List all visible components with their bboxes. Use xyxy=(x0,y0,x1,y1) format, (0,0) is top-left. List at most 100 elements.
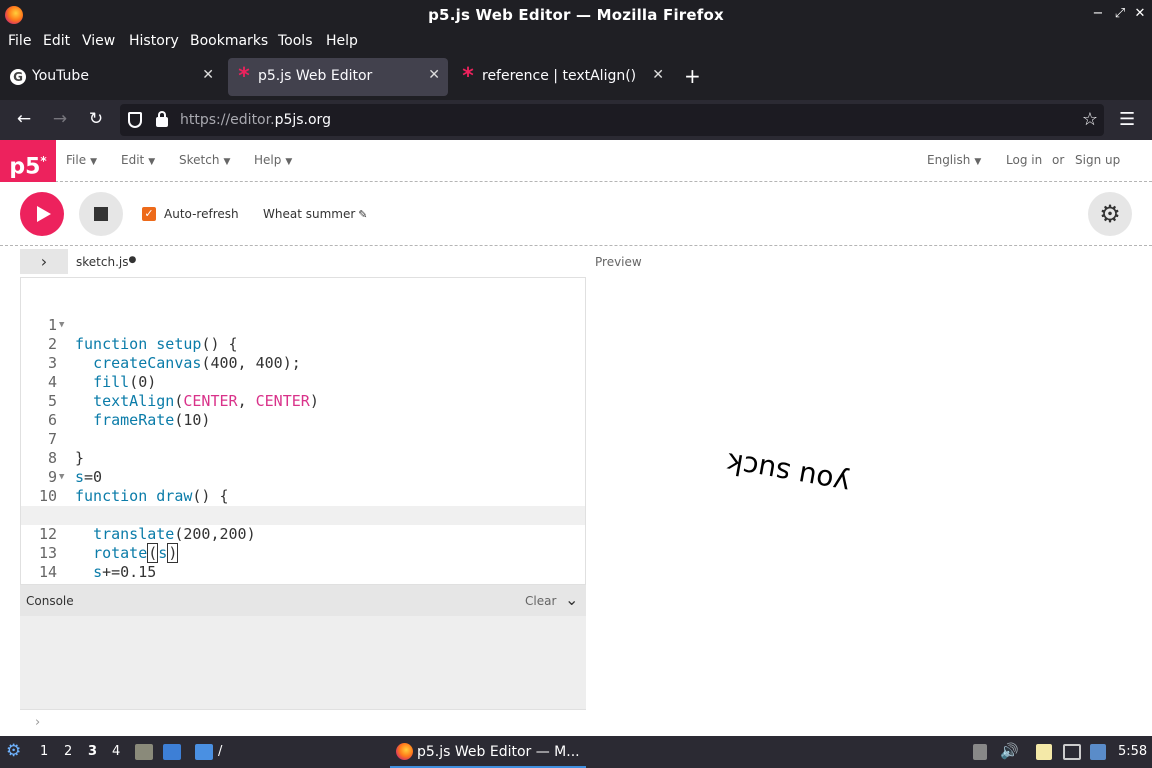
tab-youtube[interactable]: G YouTube ✕ xyxy=(2,58,222,96)
forward-icon[interactable]: → xyxy=(49,109,71,129)
code-editor[interactable]: 1 ▼ function setup() { 2 createCanvas(400… xyxy=(20,277,586,585)
or-text: or xyxy=(1052,153,1065,167)
close-icon[interactable]: ✕ xyxy=(1132,6,1148,21)
youtube-icon: G xyxy=(10,69,26,85)
menu-help[interactable]: Help xyxy=(326,33,358,49)
volume-icon[interactable]: 🔊 xyxy=(1000,742,1019,760)
hamburger-menu-icon[interactable]: ☰ xyxy=(1119,109,1135,130)
shield-icon[interactable] xyxy=(128,112,142,128)
network-icon[interactable] xyxy=(1063,744,1081,760)
minimize-icon[interactable]: − xyxy=(1090,6,1106,21)
code-line[interactable]: 6 xyxy=(21,392,585,429)
code-line[interactable]: 11 translate(200,200) xyxy=(21,487,585,543)
url-prefix: https://editor. xyxy=(180,112,275,128)
workspace-3[interactable]: 3 xyxy=(88,744,97,759)
tab-p5-editor[interactable]: * p5.js Web Editor ✕ xyxy=(228,58,448,96)
p5-logo[interactable]: p5* xyxy=(0,140,56,182)
browser-menubar: File Edit View History Bookmarks Tools H… xyxy=(0,30,1152,54)
p5-menu-file[interactable]: File ▼ xyxy=(66,153,97,167)
code-line[interactable]: 7 } xyxy=(21,411,585,467)
url-bar[interactable]: https://editor.p5js.org ☆ xyxy=(120,104,1104,136)
tab-reference[interactable]: * reference | textAlign() ✕ xyxy=(452,58,672,96)
chevron-down-icon[interactable]: ⌄ xyxy=(565,590,578,609)
stop-button[interactable] xyxy=(79,192,123,236)
language-selector[interactable]: English ▼ xyxy=(927,153,981,167)
p5-header: p5* File ▼ Edit ▼ Sketch ▼ Help ▼ English ▼ L… xyxy=(0,140,1152,182)
auto-refresh-label: Auto-refresh xyxy=(164,207,239,221)
preview-label: Preview xyxy=(595,255,642,269)
code-line[interactable]: 9 ▼ function draw() { xyxy=(21,449,585,505)
folder-icon[interactable] xyxy=(195,744,213,760)
menu-edit[interactable]: Edit xyxy=(43,33,70,49)
code-line[interactable]: 5 frameRate(10) xyxy=(21,373,585,429)
maximize-icon[interactable]: ⤢ xyxy=(1112,6,1128,21)
reload-icon[interactable]: ↻ xyxy=(85,109,107,129)
menu-tools[interactable]: Tools xyxy=(278,33,313,49)
battery-icon[interactable] xyxy=(973,744,987,760)
pencil-icon: ✎ xyxy=(358,208,368,221)
p5-menu-label: Edit xyxy=(121,153,145,167)
start-menu-icon[interactable]: ⚙ xyxy=(6,741,21,761)
p5-menu-help[interactable]: Help ▼ xyxy=(254,153,292,167)
tab-label: reference | textAlign() xyxy=(482,68,637,84)
language-label: English xyxy=(927,153,971,167)
signup-link[interactable]: Sign up xyxy=(1075,153,1120,167)
file-manager-icon[interactable] xyxy=(135,744,153,760)
menu-history[interactable]: History xyxy=(129,33,179,49)
code-line[interactable]: 3 fill(0) xyxy=(21,335,585,391)
auto-refresh-checkbox[interactable]: ✓ xyxy=(142,207,156,221)
console-label: Console xyxy=(26,594,74,608)
close-tab-icon[interactable]: ✕ xyxy=(652,67,664,83)
firefox-logo-icon xyxy=(396,743,413,760)
code-line[interactable]: 14 scale(abs(sin(s)*6)+0.1) xyxy=(21,544,585,584)
sketch-name[interactable]: Wheat summer ✎ xyxy=(263,207,368,221)
tab-label: YouTube xyxy=(32,68,89,84)
new-tab-icon[interactable]: + xyxy=(684,64,701,88)
menu-file[interactable]: File xyxy=(8,33,31,49)
p5-logo-text: p5 xyxy=(9,154,41,180)
clipboard-icon[interactable] xyxy=(1036,744,1052,760)
file-tab-sketch[interactable]: sketch.js● xyxy=(76,255,136,269)
code-line[interactable]: 10 background(255); xyxy=(21,468,585,524)
workspace-4[interactable]: 4 xyxy=(112,744,120,759)
code-line-active[interactable]: 12 rotate(s) xyxy=(21,506,585,563)
close-tab-icon[interactable]: ✕ xyxy=(428,67,440,83)
console-header: Console Clear ⌄ xyxy=(20,585,586,616)
lock-icon[interactable] xyxy=(156,111,168,127)
taskbar-window-label: p5.js Web Editor — M... xyxy=(417,744,580,760)
login-link[interactable]: Log in xyxy=(1006,153,1042,167)
desktop-taskbar: ⚙ 1 2 3 4 / p5.js Web Editor — M... 🔊 5:… xyxy=(0,736,1152,768)
p5-menu-sketch[interactable]: Sketch ▼ xyxy=(179,153,230,167)
workspace-1[interactable]: 1 xyxy=(40,744,48,759)
console-input[interactable]: › xyxy=(20,709,586,736)
close-tab-icon[interactable]: ✕ xyxy=(202,67,214,83)
code-line[interactable]: 8 s=0 xyxy=(21,430,585,486)
back-icon[interactable]: ← xyxy=(13,109,35,129)
bookmark-star-icon[interactable]: ☆ xyxy=(1082,109,1098,130)
play-button[interactable] xyxy=(20,192,64,236)
code-line[interactable]: 2 createCanvas(400, 400); xyxy=(21,316,585,372)
workspace-2[interactable]: 2 xyxy=(64,744,72,759)
code-line[interactable]: 1 ▼ function setup() { xyxy=(21,297,585,353)
sidebar-toggle-button[interactable]: › xyxy=(20,249,68,274)
chevron-down-icon: ▼ xyxy=(90,157,98,167)
folder-slash-icon: / xyxy=(218,744,223,759)
desktop-icon[interactable] xyxy=(163,744,181,760)
code-line[interactable]: 4 textAlign(CENTER, CENTER) xyxy=(21,354,585,410)
code-line[interactable]: 15 text("you suck", 0,0 ) xyxy=(21,563,585,584)
console-output xyxy=(20,616,586,709)
settings-gear-button[interactable]: ⚙ xyxy=(1088,192,1132,236)
chevron-right-icon: › xyxy=(40,252,48,271)
code-line[interactable]: 13 s+=0.15 xyxy=(21,525,585,581)
menu-bookmarks[interactable]: Bookmarks xyxy=(190,33,268,49)
unsaved-dot-icon: ● xyxy=(128,255,137,265)
console-clear-button[interactable]: Clear xyxy=(525,594,556,608)
window-titlebar: p5.js Web Editor — Mozilla Firefox − ⤢ ✕ xyxy=(0,0,1152,30)
notifications-icon[interactable] xyxy=(1090,744,1106,760)
p5-menu-label: Sketch xyxy=(179,153,220,167)
sketch-toolbar: ✓ Auto-refresh Wheat summer ✎ ⚙ xyxy=(0,183,1152,246)
taskbar-window-firefox[interactable]: p5.js Web Editor — M... xyxy=(390,736,586,768)
menu-view[interactable]: View xyxy=(82,33,115,49)
url-text[interactable]: https://editor.p5js.org xyxy=(180,112,331,128)
p5-menu-edit[interactable]: Edit ▼ xyxy=(121,153,155,167)
